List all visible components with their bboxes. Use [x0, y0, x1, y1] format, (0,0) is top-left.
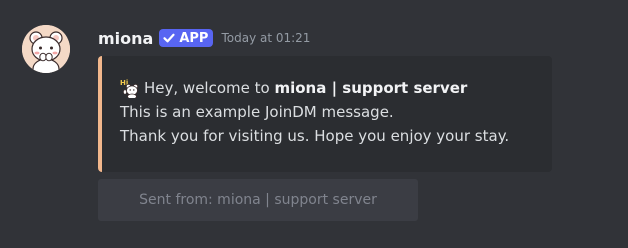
- author-name[interactable]: miona: [98, 29, 153, 48]
- embed-line-thanks: Thank you for visiting us. Hope you enjo…: [120, 127, 510, 145]
- server-name: miona | support server: [274, 79, 468, 97]
- app-badge-label: APP: [179, 30, 209, 46]
- check-icon: [162, 31, 176, 45]
- user-avatar[interactable]: [22, 25, 70, 73]
- sent-from-button[interactable]: Sent from: miona | support server: [98, 179, 418, 221]
- embed-description: Hi Hey, welcome to miona | support serve…: [120, 76, 509, 148]
- white-bear-avatar-icon: [22, 25, 70, 73]
- greeting-prefix: Hey, welcome to: [144, 79, 270, 97]
- chat-message: miona APP Today at 01:21 Hi Hey, welcome…: [0, 0, 628, 248]
- embed-line-example: This is an example JoinDM message.: [120, 103, 394, 121]
- embed-line-greeting: Hi Hey, welcome to miona | support serve…: [120, 76, 509, 100]
- bear-emoji-icon: Hi: [120, 78, 140, 100]
- message-timestamp[interactable]: Today at 01:21: [221, 31, 310, 45]
- message-embed: Hi Hey, welcome to miona | support serve…: [98, 56, 552, 172]
- app-badge: APP: [159, 29, 214, 47]
- message-header: miona APP Today at 01:21: [98, 26, 310, 50]
